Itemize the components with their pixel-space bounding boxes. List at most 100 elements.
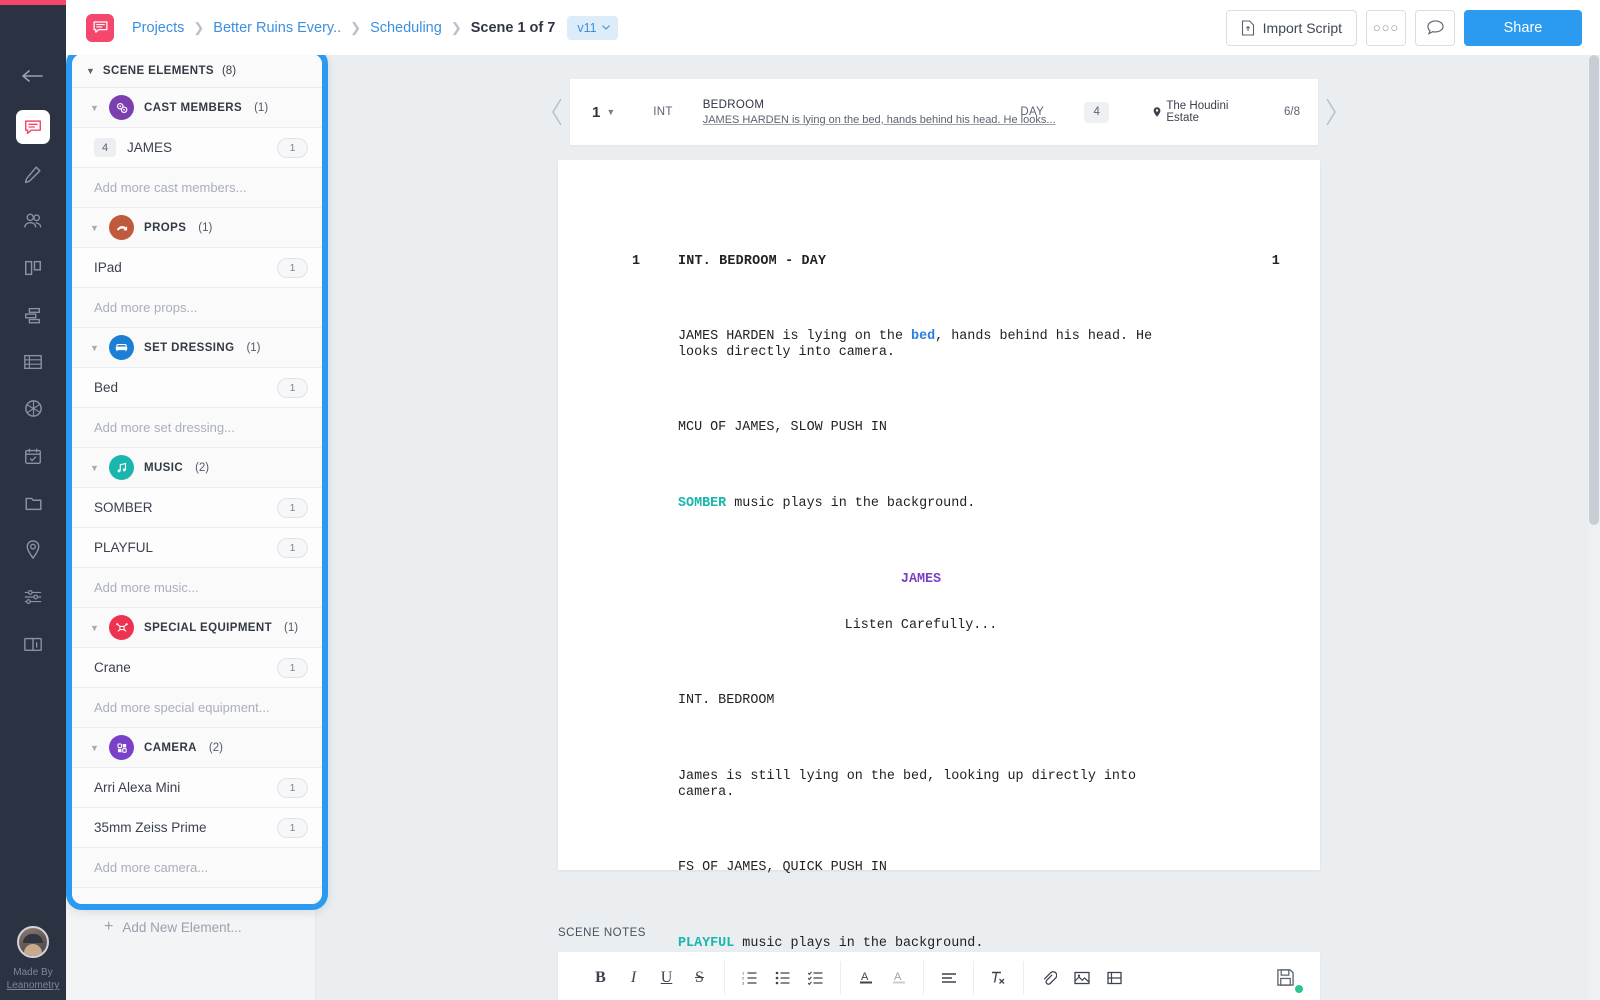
- add-cast-members-row[interactable]: Add more cast members...: [72, 168, 322, 208]
- scrollbar-thumb[interactable]: [1589, 55, 1599, 525]
- list-item[interactable]: IPad 1: [72, 248, 322, 288]
- script-page[interactable]: 1 INT. BEDROOM - DAY 1 JAMES HARDEN is l…: [558, 160, 1320, 951]
- add-camera-row[interactable]: Add more camera...: [72, 848, 322, 888]
- collapse-triangle-icon[interactable]: ▼: [90, 623, 99, 633]
- scene-number-left: 1: [632, 253, 641, 269]
- version-label: v11: [577, 20, 597, 35]
- bullet-list-icon[interactable]: [766, 961, 799, 994]
- share-button[interactable]: Share: [1464, 9, 1582, 46]
- comments-button[interactable]: [1415, 9, 1455, 46]
- props-icon: [109, 215, 134, 240]
- list-item[interactable]: Crane 1: [72, 648, 322, 688]
- bold-icon[interactable]: B: [584, 961, 617, 994]
- list-item[interactable]: PLAYFUL 1: [72, 528, 322, 568]
- quantity-badge[interactable]: 1: [277, 137, 308, 158]
- quantity-badge[interactable]: 1: [277, 657, 308, 678]
- insert-media-icon[interactable]: [1098, 961, 1131, 994]
- version-dropdown[interactable]: v11: [567, 15, 618, 40]
- made-by-line2[interactable]: Leanometry: [7, 979, 60, 992]
- schedule-bars-icon[interactable]: [0, 291, 66, 338]
- collapse-triangle-icon[interactable]: ▼: [90, 103, 99, 113]
- quantity-badge[interactable]: 1: [277, 497, 308, 518]
- rail-footer: Made By Leanometry: [0, 926, 66, 992]
- collapse-triangle-icon[interactable]: ▼: [90, 343, 99, 353]
- element-highlight-somber[interactable]: SOMBER: [678, 496, 726, 511]
- breadcrumb-item-scheduling[interactable]: Scheduling: [370, 20, 442, 36]
- add-set-dressing-row[interactable]: Add more set dressing...: [72, 408, 322, 448]
- quantity-badge[interactable]: 1: [277, 777, 308, 798]
- prev-scene-button[interactable]: [544, 97, 570, 127]
- list-item[interactable]: 35mm Zeiss Prime 1: [72, 808, 322, 848]
- main-content: 1 ▼ INT BEDROOM JAMES HARDEN is lying on…: [316, 55, 1600, 1000]
- stripboard-icon[interactable]: [0, 338, 66, 385]
- scene-strip[interactable]: 1 ▼ INT BEDROOM JAMES HARDEN is lying on…: [570, 79, 1318, 145]
- text-color-icon[interactable]: A: [849, 961, 882, 994]
- pencil-icon[interactable]: [0, 150, 66, 197]
- ordered-list-icon[interactable]: 123: [733, 961, 766, 994]
- avatar[interactable]: [17, 926, 49, 958]
- import-script-button[interactable]: Import Script: [1225, 9, 1357, 46]
- add-music-row[interactable]: Add more music...: [72, 568, 322, 608]
- toolbar-group-lists: 123: [725, 960, 841, 995]
- quantity-badge[interactable]: 1: [277, 817, 308, 838]
- more-options-button[interactable]: ○○○: [1366, 9, 1406, 46]
- strikethrough-icon[interactable]: S: [683, 961, 716, 994]
- attach-link-icon[interactable]: [1032, 961, 1065, 994]
- location-pin-icon[interactable]: [0, 526, 66, 573]
- next-scene-button[interactable]: [1318, 97, 1344, 127]
- collapse-triangle-icon[interactable]: ▼: [90, 463, 99, 473]
- clear-formatting-icon[interactable]: [982, 961, 1015, 994]
- toolbar-group-color: A A: [841, 960, 924, 995]
- quantity-badge[interactable]: 1: [277, 537, 308, 558]
- calendar-check-icon[interactable]: [0, 432, 66, 479]
- scene-elements-header[interactable]: ▼ SCENE ELEMENTS (8): [72, 54, 322, 88]
- group-header-music[interactable]: ▼ MUSIC (2): [72, 448, 322, 488]
- quantity-badge[interactable]: 1: [277, 377, 308, 398]
- add-new-element-button[interactable]: + Add New Element...: [72, 910, 316, 944]
- list-item[interactable]: Bed 1: [72, 368, 322, 408]
- chevron-down-icon[interactable]: ▼: [606, 107, 615, 117]
- breadcrumb-item-projects[interactable]: Projects: [132, 20, 184, 36]
- element-highlight-bed[interactable]: bed: [911, 329, 935, 344]
- list-item[interactable]: 4 JAMES 1: [72, 128, 322, 168]
- highlight-color-icon[interactable]: A: [882, 961, 915, 994]
- checklist-icon[interactable]: [799, 961, 832, 994]
- collapse-triangle-icon[interactable]: ▼: [86, 66, 95, 76]
- script-body[interactable]: 1 INT. BEDROOM - DAY 1 JAMES HARDEN is l…: [632, 208, 1280, 1000]
- save-icon[interactable]: [1269, 961, 1303, 994]
- element-highlight-playful[interactable]: PLAYFUL: [678, 936, 734, 951]
- list-item[interactable]: SOMBER 1: [72, 488, 322, 528]
- group-count: (2): [208, 741, 223, 754]
- back-arrow-icon[interactable]: [0, 52, 66, 99]
- element-highlight-james[interactable]: JAMES: [901, 572, 941, 587]
- collapse-triangle-icon[interactable]: ▼: [90, 223, 99, 233]
- underline-icon[interactable]: U: [650, 961, 683, 994]
- group-header-cast-members[interactable]: ▼ CAST MEMBERS (1): [72, 88, 322, 128]
- italic-icon[interactable]: I: [617, 961, 650, 994]
- add-props-row[interactable]: Add more props...: [72, 288, 322, 328]
- list-item[interactable]: Arri Alexa Mini 1: [72, 768, 322, 808]
- script-icon[interactable]: [0, 103, 66, 150]
- breadcrumb-item-project[interactable]: Better Ruins Every..: [213, 20, 341, 36]
- group-header-camera[interactable]: ▼ CAMERA (2): [72, 728, 322, 768]
- group-header-set-dressing[interactable]: ▼ SET DRESSING (1): [72, 328, 322, 368]
- align-icon[interactable]: [932, 961, 965, 994]
- insert-image-icon[interactable]: [1065, 961, 1098, 994]
- cast-icon[interactable]: [0, 197, 66, 244]
- shot-list-icon[interactable]: [0, 385, 66, 432]
- group-header-props[interactable]: ▼ PROPS (1): [72, 208, 322, 248]
- add-special-equipment-row[interactable]: Add more special equipment...: [72, 688, 322, 728]
- scene-elements-count: (8): [221, 64, 237, 77]
- folder-icon[interactable]: [0, 479, 66, 526]
- page-scrollbar[interactable]: [1588, 55, 1600, 1000]
- sliders-icon[interactable]: [0, 573, 66, 620]
- group-header-special-equipment[interactable]: ▼ SPECIAL EQUIPMENT (1): [72, 608, 322, 648]
- scene-int-ext: INT: [653, 106, 673, 118]
- storyboard-icon[interactable]: [0, 244, 66, 291]
- collapse-triangle-icon[interactable]: ▼: [90, 743, 99, 753]
- book-icon[interactable]: [0, 620, 66, 667]
- app-logo-icon[interactable]: [86, 13, 114, 42]
- unsaved-indicator-dot: [1295, 985, 1303, 993]
- scene-notes-editor[interactable]: B I U S 123 A A: [558, 952, 1320, 1000]
- quantity-badge[interactable]: 1: [277, 257, 308, 278]
